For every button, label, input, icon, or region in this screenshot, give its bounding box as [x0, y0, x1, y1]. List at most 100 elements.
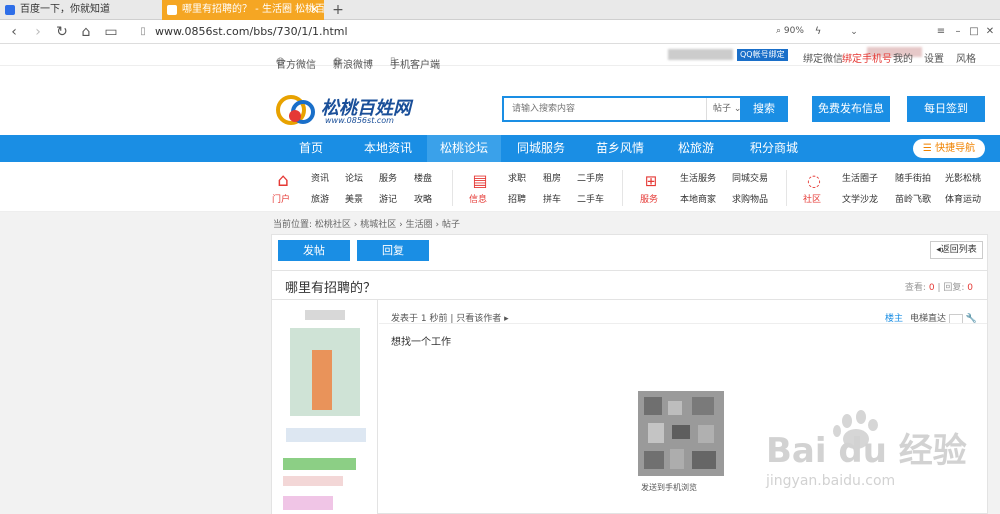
- breadcrumb-item[interactable]: 桃城社区: [360, 220, 396, 230]
- tab-active[interactable]: 哪里有招聘的？ - 生活圈 松桃百姓网 ✕: [162, 0, 324, 20]
- bookmark-icon[interactable]: ▭: [103, 23, 119, 41]
- nav-travel[interactable]: 松旅游: [659, 135, 733, 162]
- divider: [622, 170, 623, 206]
- sublink[interactable]: 旅游: [311, 192, 329, 205]
- sublink[interactable]: 同城交易: [732, 171, 768, 184]
- sublink[interactable]: 随手街拍: [895, 171, 931, 184]
- new-tab-button[interactable]: +: [328, 0, 348, 20]
- app-label: 手机客户端: [390, 60, 440, 71]
- chat-icon: ◌: [807, 171, 821, 190]
- list-icon: ☰: [922, 143, 936, 154]
- sublink[interactable]: 文学沙龙: [842, 192, 878, 205]
- tab-baidu[interactable]: 百度一下，你就知道: [0, 0, 160, 20]
- blurred-user-stats: [286, 428, 366, 442]
- wechat-label: 官方微信: [276, 60, 316, 71]
- sublink[interactable]: 生活服务: [680, 171, 716, 184]
- sublink[interactable]: 资讯: [311, 171, 329, 184]
- views-label: 查看:: [904, 283, 926, 293]
- sublink[interactable]: 楼盘: [414, 171, 432, 184]
- nav-city-service[interactable]: 同城服务: [504, 135, 578, 162]
- blurred-badge: [283, 496, 333, 510]
- main-nav: 首页 本地资讯 松桃论坛 同城服务 苗乡风情 松旅游 积分商城 ☰ 快捷导航: [0, 135, 1000, 162]
- replies-count: 0: [967, 283, 973, 293]
- mine-menu[interactable]: 我的: [893, 50, 913, 65]
- sublink[interactable]: 体育运动: [945, 192, 981, 205]
- sublink[interactable]: 拼车: [543, 192, 561, 205]
- quick-nav-label: 快捷导航: [935, 143, 976, 154]
- back-to-list-button[interactable]: ◂返回列表: [930, 241, 983, 259]
- tab-label: 哪里有招聘的？ - 生活圈 松桃百姓网: [182, 4, 324, 15]
- reply-button[interactable]: 回复: [357, 240, 429, 261]
- nav-forum[interactable]: 松桃论坛: [427, 135, 501, 162]
- search-type-select[interactable]: 帖子 ⌄: [706, 98, 742, 120]
- sublink[interactable]: 求购物品: [732, 192, 768, 205]
- forward-icon[interactable]: ›: [30, 23, 46, 41]
- search-button[interactable]: 搜索: [740, 96, 788, 122]
- sublink[interactable]: 苗岭飞歌: [895, 192, 931, 205]
- reload-icon[interactable]: ↻: [54, 23, 70, 41]
- nav-local-news[interactable]: 本地资讯: [351, 135, 425, 162]
- sublink[interactable]: 求职: [508, 171, 526, 184]
- breadcrumb-item[interactable]: 松桃社区: [315, 220, 351, 230]
- sublink[interactable]: 美景: [345, 192, 363, 205]
- free-post-button[interactable]: 免费发布信息: [812, 96, 890, 122]
- sublink[interactable]: 光影松桃: [945, 171, 981, 184]
- home-icon[interactable]: ⌂: [78, 23, 94, 41]
- floor-input[interactable]: [948, 313, 963, 324]
- divider: [452, 170, 453, 206]
- group-portal-label: 门户: [272, 195, 291, 205]
- back-icon[interactable]: ‹: [6, 23, 22, 41]
- sublink[interactable]: 游记: [379, 192, 397, 205]
- sublink[interactable]: 论坛: [345, 171, 363, 184]
- nav-home[interactable]: 首页: [276, 135, 346, 162]
- sublink[interactable]: 服务: [379, 171, 397, 184]
- checkin-button[interactable]: 每日签到: [907, 96, 985, 122]
- zoom-level[interactable]: ⌕ 90%: [776, 26, 804, 36]
- qr-caption: 发送到手机浏览: [641, 483, 697, 492]
- sublink[interactable]: 二手车: [577, 192, 604, 205]
- site-top-strip: ◍ 官方微信 ◍ 新浪微博 ▯ 手机客户端 QQ帐号绑定 绑定微信 绑定手机号 …: [0, 44, 1000, 71]
- sublink[interactable]: 本地商家: [680, 192, 716, 205]
- bind-wechat-link[interactable]: 绑定微信: [803, 50, 843, 65]
- style-menu[interactable]: 风格: [956, 50, 976, 65]
- close-window-icon[interactable]: ✕: [982, 23, 998, 41]
- lightning-icon[interactable]: ϟ: [810, 23, 826, 41]
- settings-menu[interactable]: 设置: [924, 50, 944, 65]
- sublink[interactable]: 生活圈子: [842, 171, 878, 184]
- book-icon: ▤: [472, 171, 488, 190]
- chevron-down-icon[interactable]: ⌄: [846, 23, 862, 41]
- paw-icon: [5, 5, 15, 15]
- bind-phone-link[interactable]: 绑定手机号: [842, 50, 892, 65]
- sublink[interactable]: 二手房: [577, 171, 604, 184]
- sublink[interactable]: 租房: [543, 171, 561, 184]
- breadcrumb-item: 帖子: [441, 220, 460, 230]
- browser-tab-bar: 百度一下，你就知道 哪里有招聘的？ - 生活圈 松桃百姓网 ✕ +: [0, 0, 1000, 20]
- blurred-author-name: [305, 310, 345, 320]
- group-community-label: 社区: [803, 195, 822, 205]
- search-input[interactable]: [504, 98, 704, 120]
- menu-icon[interactable]: ≡: [933, 23, 949, 41]
- replies-label: 回复:: [943, 283, 965, 293]
- maximize-icon[interactable]: □: [966, 23, 982, 41]
- blurred-badge: [283, 476, 343, 486]
- site-logo[interactable]: 松桃百姓网 www.0856st.com: [275, 80, 420, 130]
- quick-nav-button[interactable]: ☰ 快捷导航: [913, 139, 985, 158]
- breadcrumb-item[interactable]: 生活圈: [406, 220, 433, 230]
- sublink[interactable]: 攻略: [414, 192, 432, 205]
- group-service-label: 服务: [640, 195, 659, 205]
- author-avatar[interactable]: [290, 328, 360, 416]
- magnifier-icon: ⌕: [776, 26, 784, 36]
- divider: [786, 170, 787, 206]
- zoom-value: 90%: [783, 26, 804, 36]
- nav-culture[interactable]: 苗乡风情: [583, 135, 657, 162]
- nav-points-mall[interactable]: 积分商城: [736, 135, 812, 162]
- weibo-label: 新浪微博: [333, 60, 373, 71]
- qr-code: [638, 391, 724, 476]
- new-post-button[interactable]: 发帖: [278, 240, 350, 261]
- minimize-icon[interactable]: –: [950, 23, 966, 41]
- url-input[interactable]: www.0856st.com/bbs/730/1/1.html: [155, 25, 348, 38]
- qq-bind-badge[interactable]: QQ帐号绑定: [737, 49, 788, 61]
- sublink[interactable]: 招聘: [508, 192, 526, 205]
- back-to-list-label: 返回列表: [940, 245, 977, 255]
- close-tab-icon[interactable]: ✕: [310, 0, 319, 20]
